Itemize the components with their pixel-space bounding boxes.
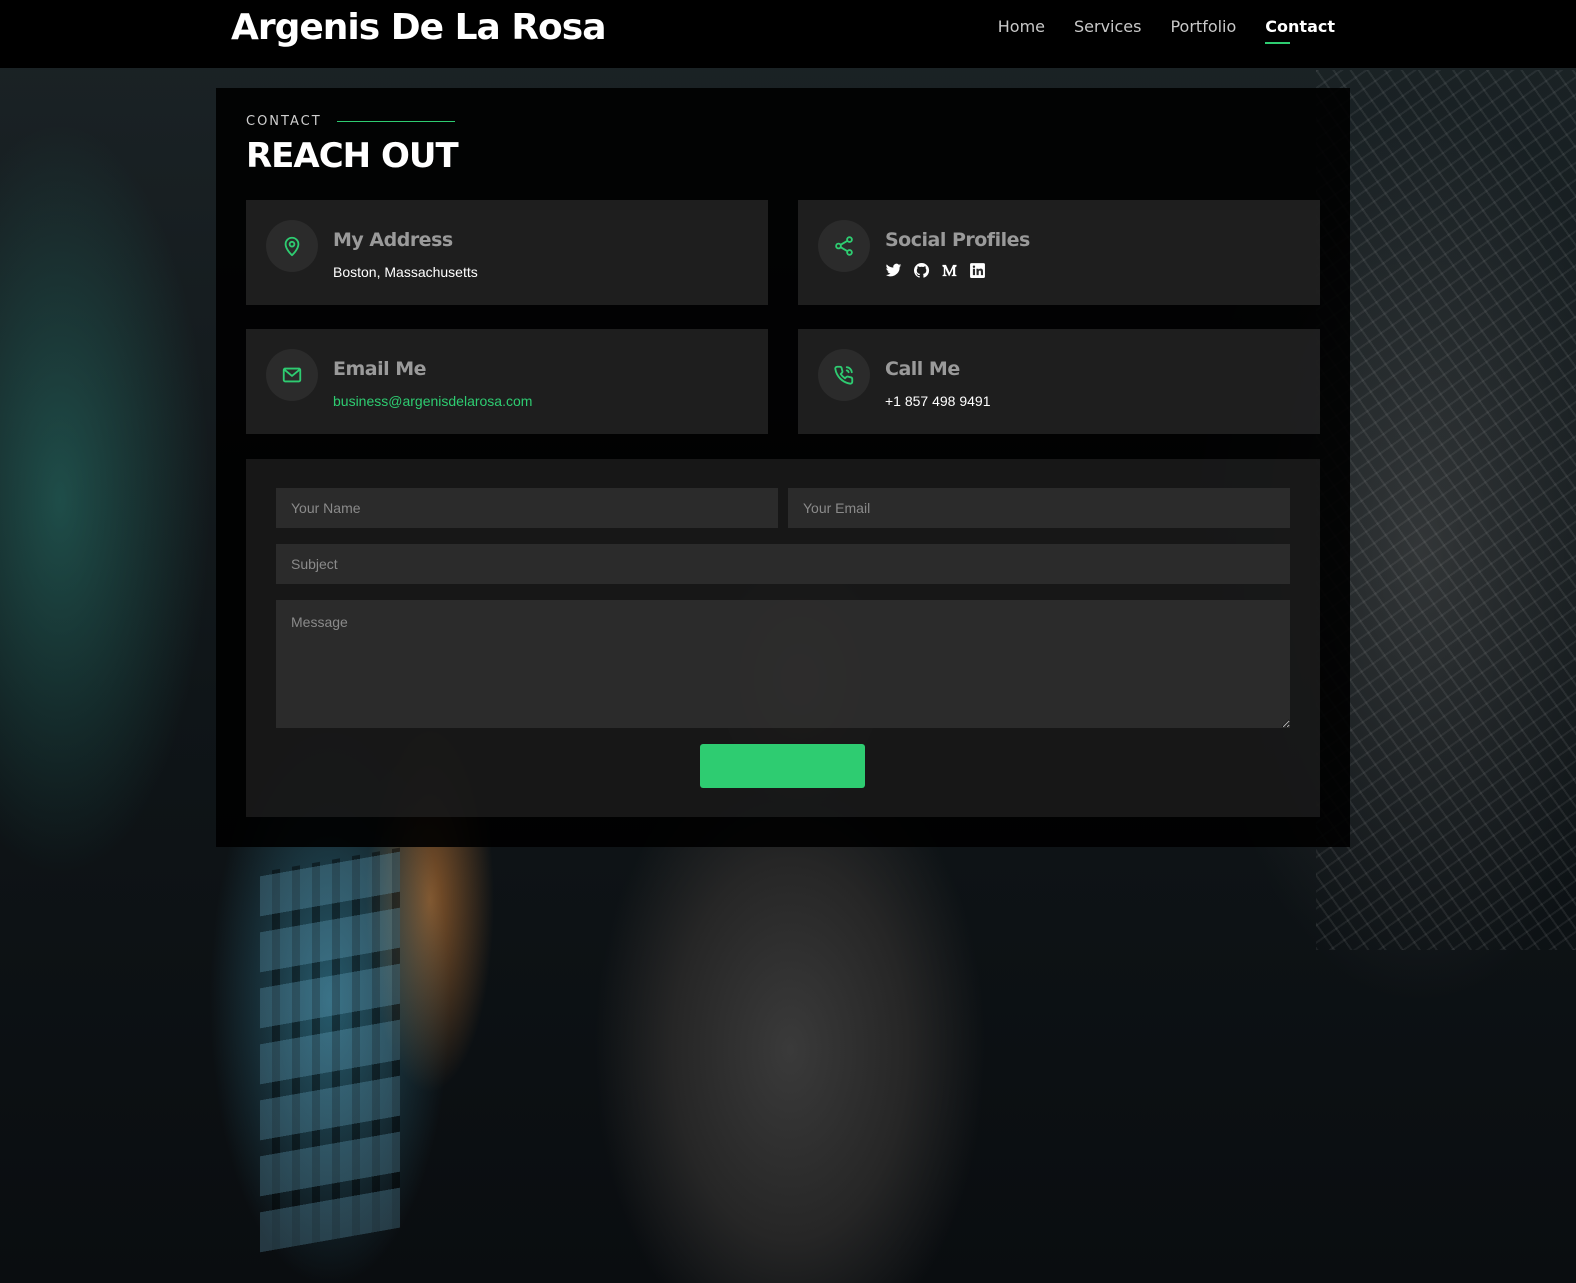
contact-form — [246, 459, 1320, 817]
address-title: My Address — [333, 229, 453, 251]
social-links — [885, 262, 986, 279]
nav-portfolio[interactable]: Portfolio — [1170, 16, 1236, 38]
background-windows — [260, 847, 400, 1253]
site-header: Argenis De La Rosa Home Services Portfol… — [0, 0, 1576, 68]
contact-panel: CONTACT REACH OUT My Address Boston, Mas… — [216, 88, 1350, 847]
twitter-icon[interactable] — [885, 262, 902, 279]
mail-icon — [266, 349, 318, 401]
social-title: Social Profiles — [885, 229, 1030, 251]
main-nav: Home Services Portfolio Contact — [969, 16, 1335, 44]
phone-card: Call Me +1 857 498 9491 — [798, 329, 1320, 434]
email-link[interactable]: business@argenisdelarosa.com — [333, 393, 532, 409]
social-card: Social Profiles — [798, 200, 1320, 305]
map-pin-icon — [266, 220, 318, 272]
address-card: My Address Boston, Massachusetts — [246, 200, 768, 305]
submit-button[interactable] — [700, 744, 865, 788]
github-icon[interactable] — [913, 262, 930, 279]
nav-services[interactable]: Services — [1074, 16, 1141, 38]
medium-icon[interactable] — [941, 262, 958, 279]
section-divider — [337, 121, 455, 122]
section-title: REACH OUT — [246, 136, 459, 176]
address-value: Boston, Massachusetts — [333, 264, 478, 280]
phone-value: +1 857 498 9491 — [885, 393, 991, 409]
name-input[interactable] — [276, 488, 778, 528]
nav-home[interactable]: Home — [998, 16, 1045, 38]
email-input[interactable] — [788, 488, 1290, 528]
email-card: Email Me business@argenisdelarosa.com — [246, 329, 768, 434]
message-textarea[interactable] — [276, 600, 1290, 728]
email-title: Email Me — [333, 358, 427, 380]
site-brand[interactable]: Argenis De La Rosa — [231, 6, 607, 50]
section-label: CONTACT — [246, 114, 322, 129]
phone-title: Call Me — [885, 358, 960, 380]
subject-input[interactable] — [276, 544, 1290, 584]
phone-icon — [818, 349, 870, 401]
background-fence — [1316, 70, 1576, 950]
nav-contact[interactable]: Contact — [1265, 16, 1335, 44]
linkedin-icon[interactable] — [969, 262, 986, 279]
share-icon — [818, 220, 870, 272]
